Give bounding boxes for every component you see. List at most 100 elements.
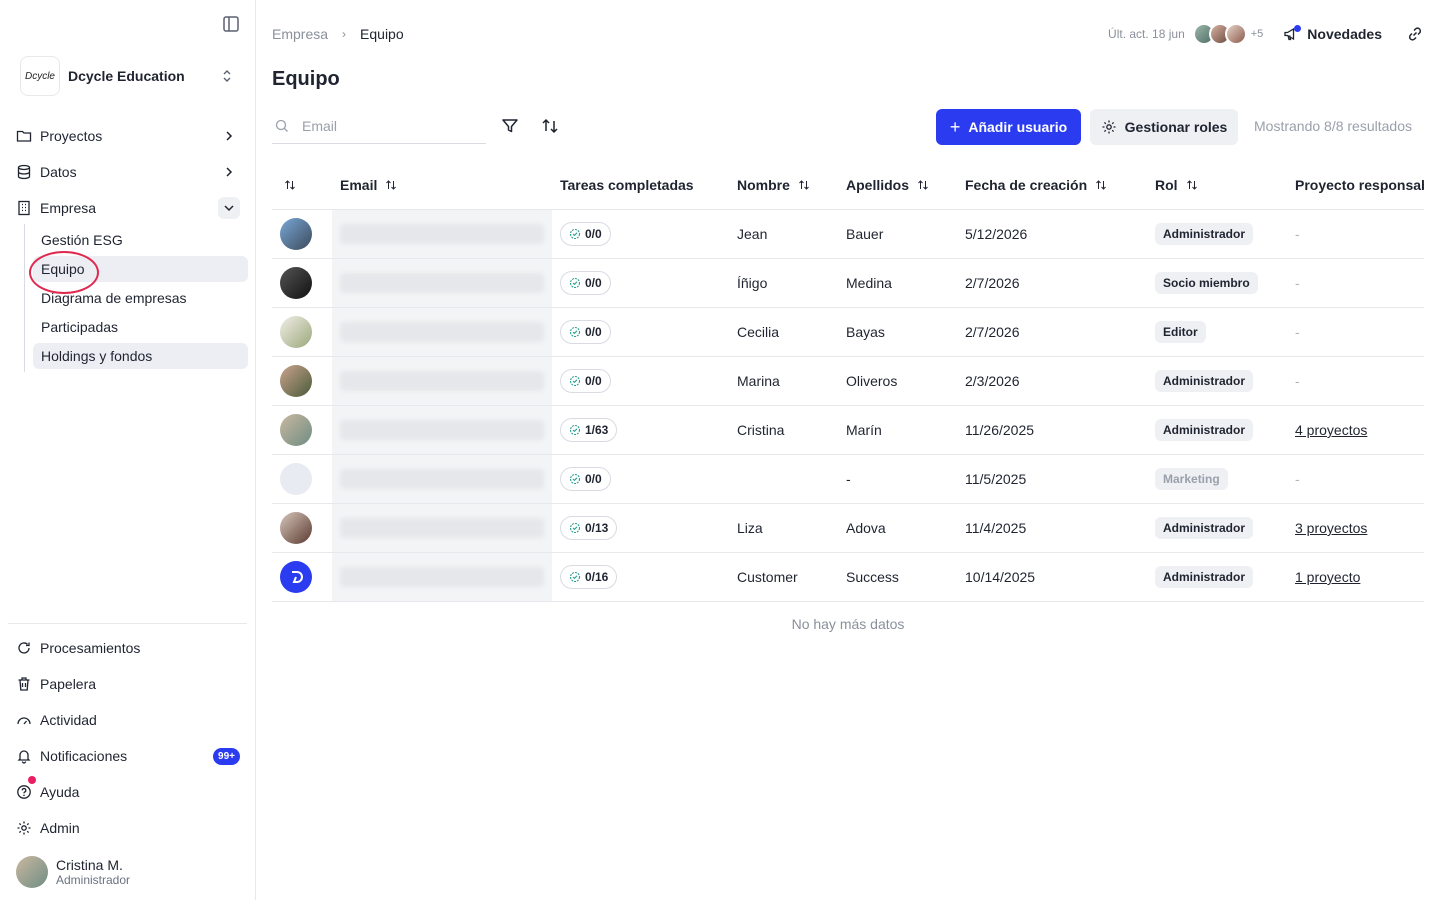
tasks-value: 0/16 xyxy=(585,570,609,584)
cell-fecha: 5/12/2026 xyxy=(965,226,1028,242)
cell-rol: Editor xyxy=(1147,308,1287,356)
nav-item-notificaciones[interactable]: Notificaciones 99+ xyxy=(8,738,248,774)
column-header-nombre[interactable]: Nombre xyxy=(729,160,838,209)
tasks-pill[interactable]: 0/0 xyxy=(560,320,611,344)
role-badge: Administrador xyxy=(1155,370,1254,392)
sort-icon xyxy=(1096,179,1107,190)
breadcrumb: Empresa › Equipo xyxy=(272,26,404,42)
table-row[interactable]: liza.adova@dcycle.io 0/13 Liza Adova 11/4/20… xyxy=(272,504,1424,553)
table-row[interactable]: jean.bauer@dcycle.io 0/0 Jean Bauer 5/12/202… xyxy=(272,210,1424,259)
collapse-sidebar-icon[interactable] xyxy=(222,15,240,33)
proyecto-link[interactable]: 3 proyectos xyxy=(1295,520,1367,536)
table-row[interactable]: marina.oliveros@dcycle.io 0/0 Marina Oliver… xyxy=(272,357,1424,406)
nav-item-datos[interactable]: Datos xyxy=(8,154,248,190)
nav-item-ayuda[interactable]: Ayuda xyxy=(8,774,248,810)
proyecto-empty: - xyxy=(1295,226,1300,242)
manage-roles-button[interactable]: Gestionar roles xyxy=(1090,109,1238,145)
tasks-pill[interactable]: 0/0 xyxy=(560,222,611,246)
column-header-fecha[interactable]: Fecha de creación xyxy=(957,160,1147,209)
search-input[interactable] xyxy=(302,117,472,134)
avatar xyxy=(280,267,312,299)
subnav-item-participadas[interactable]: Participadas xyxy=(33,314,248,340)
subnav-item-diagrama[interactable]: Diagrama de empresas xyxy=(33,285,248,311)
nav-item-admin[interactable]: Admin xyxy=(8,810,248,846)
cell-rol: Administrador xyxy=(1147,553,1287,601)
email-blurred-text: jean.bauer@dcycle.io xyxy=(340,224,544,244)
cell-tasks: 0/0 xyxy=(552,210,729,258)
sort-icon[interactable] xyxy=(540,116,560,136)
cell-apellidos: Medina xyxy=(846,275,892,291)
tasks-pill[interactable]: 1/63 xyxy=(560,418,618,442)
email-blurred-text: cristina.marin@dcycle.io xyxy=(340,420,544,440)
nav-item-papelera[interactable]: Papelera xyxy=(8,666,248,702)
add-user-button[interactable]: + Añadir usuario xyxy=(936,109,1081,145)
column-header-label: Nombre xyxy=(737,176,790,193)
help-icon xyxy=(17,785,31,799)
column-header-rol[interactable]: Rol xyxy=(1147,160,1287,209)
column-header-avatar[interactable] xyxy=(272,160,332,209)
sort-icon xyxy=(285,179,295,190)
org-name: Dcycle Education xyxy=(68,68,185,84)
cell-apellidos: Adova xyxy=(846,520,886,536)
check-circle-icon xyxy=(569,277,581,289)
org-switcher[interactable]: Dcycle Dcycle Education xyxy=(20,56,240,96)
table-row[interactable]: cecilia.bayas@dcycle.io 0/0 Cecilia Bayas 2/… xyxy=(272,308,1424,357)
news-dot xyxy=(1294,25,1302,32)
cell-proyecto: - xyxy=(1287,455,1424,503)
collaborator-avatars[interactable]: +5 xyxy=(1192,23,1264,45)
tasks-pill[interactable]: 0/0 xyxy=(560,271,611,295)
gauge-icon xyxy=(17,717,31,725)
cell-nombre xyxy=(729,455,838,503)
tasks-value: 0/0 xyxy=(585,227,602,241)
column-header-apellidos[interactable]: Apellidos xyxy=(838,160,957,209)
link-icon[interactable] xyxy=(1406,25,1424,43)
tasks-value: 0/0 xyxy=(585,472,602,486)
cell-nombre: Jean xyxy=(737,226,768,242)
nav-item-label: Empresa xyxy=(40,200,97,216)
cell-email: teammate@name.com xyxy=(332,455,552,503)
breadcrumb-empresa[interactable]: Empresa xyxy=(272,26,328,42)
cell-proyecto: - xyxy=(1287,259,1424,307)
filter-icon[interactable] xyxy=(500,116,520,136)
notifications-badge: 99+ xyxy=(213,747,240,765)
tasks-pill[interactable]: 0/16 xyxy=(560,565,618,589)
subnav-item-gestion-esg[interactable]: Gestión ESG xyxy=(33,227,248,253)
cell-avatar xyxy=(272,406,332,454)
nav-item-empresa[interactable]: Empresa xyxy=(8,190,248,226)
cell-avatar xyxy=(272,308,332,356)
nav-item-procesamientos[interactable]: Procesamientos xyxy=(8,630,248,666)
news-label: Novedades xyxy=(1307,26,1382,42)
table-row[interactable]: inigo.medina@dcycle.io 0/0 Íñigo Medina 2/7/… xyxy=(272,259,1424,308)
nav-item-label: Admin xyxy=(40,820,80,836)
email-blurred-text: teammate@name.com xyxy=(340,469,544,489)
nav-item-actividad[interactable]: Actividad xyxy=(8,702,248,738)
table-row[interactable]: cristina.marin@dcycle.io 1/63 Cristina Marí… xyxy=(272,406,1424,455)
role-badge: Socio miembro xyxy=(1155,272,1258,294)
sidebar-divider xyxy=(8,623,247,624)
cell-email: cecilia.bayas@dcycle.io xyxy=(332,308,552,356)
table-row[interactable]: clients@dcycle.io 0/16 Customer Success 10/1… xyxy=(272,553,1424,602)
table-row[interactable]: teammate@name.com 0/0 - 11/5/2025 Marketing - xyxy=(272,455,1424,504)
subnav-item-holdings[interactable]: Holdings y fondos xyxy=(33,343,248,369)
empresa-subnav: Gestión ESG Equipo Diagrama de empresas … xyxy=(24,224,248,372)
user-profile[interactable]: Cristina M. Administrador xyxy=(16,856,130,888)
tasks-pill[interactable]: 0/0 xyxy=(560,467,611,491)
cell-apellidos: - xyxy=(846,471,851,487)
proyecto-link[interactable]: 4 proyectos xyxy=(1295,422,1367,438)
tasks-pill[interactable]: 0/13 xyxy=(560,516,618,540)
nav-item-proyectos[interactable]: Proyectos xyxy=(8,118,248,154)
tasks-pill[interactable]: 0/0 xyxy=(560,369,611,393)
avatars-more-count: +5 xyxy=(1250,28,1264,40)
cell-avatar xyxy=(272,553,332,601)
cell-avatar xyxy=(272,210,332,258)
column-header-email[interactable]: Email xyxy=(332,160,552,209)
check-circle-icon xyxy=(569,571,581,583)
table-body: jean.bauer@dcycle.io 0/0 Jean Bauer 5/12/202… xyxy=(272,210,1424,602)
avatar xyxy=(280,512,312,544)
proyecto-link[interactable]: 1 proyecto xyxy=(1295,569,1360,585)
avatar xyxy=(16,856,48,888)
avatar xyxy=(280,316,312,348)
news-button[interactable]: Novedades xyxy=(1283,25,1382,42)
subnav-item-equipo[interactable]: Equipo xyxy=(33,256,248,282)
main-content: Empresa › Equipo Últ. act. 18 jun +5 Nov… xyxy=(256,0,1440,900)
